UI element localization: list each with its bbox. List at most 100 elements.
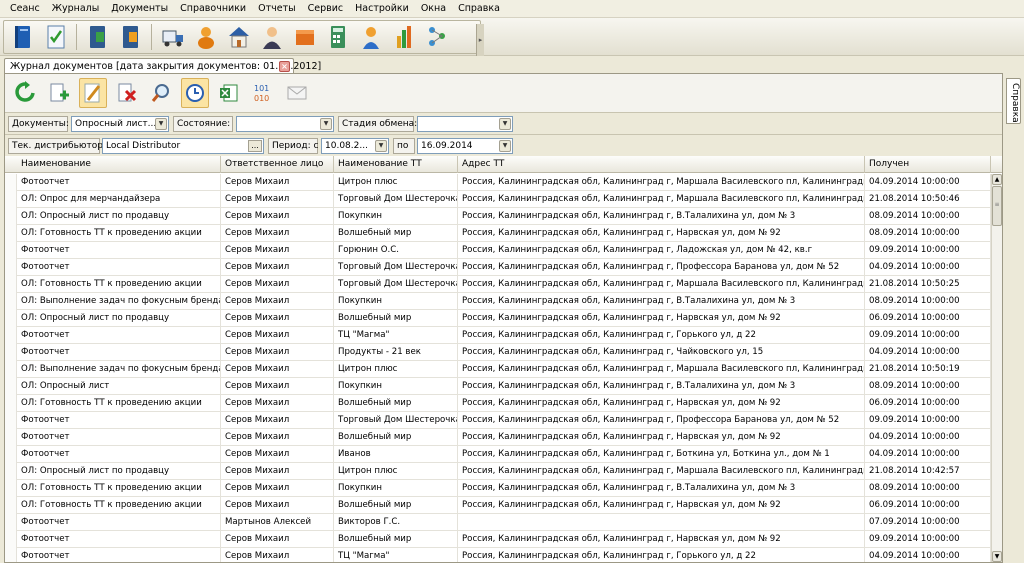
distributor-field[interactable]: Local Distributor ...	[102, 138, 264, 154]
row-indicator[interactable]	[5, 412, 17, 429]
table-row[interactable]: ОЛ: Готовность ТТ к проведению акции Серо…	[5, 276, 991, 293]
menu-documents[interactable]: Документы	[105, 0, 174, 18]
row-indicator[interactable]	[5, 548, 17, 562]
table-row[interactable]: ОЛ: Выполнение задач по фокусным брендам…	[5, 293, 991, 310]
house-button[interactable]	[226, 23, 252, 51]
menu-reports[interactable]: Отчеты	[252, 0, 302, 18]
menu-session[interactable]: Сеанс	[4, 0, 46, 18]
side-tab-help[interactable]: Справка	[1006, 78, 1021, 124]
table-row[interactable]: Фотоотчет Серов Михаил Продукты - 21 век Ро…	[5, 344, 991, 361]
truck-button[interactable]	[160, 23, 186, 51]
column-header-outlet-name[interactable]: Наименование ТТ	[334, 156, 458, 173]
table-row[interactable]: Фотоотчет Серов Михаил Волшебный мир Россия…	[5, 429, 991, 446]
book-blue-button[interactable]	[10, 23, 36, 51]
tab-documents-journal[interactable]: Журнал документов [дата закрытия докумен…	[4, 58, 321, 74]
menu-journals[interactable]: Журналы	[46, 0, 106, 18]
column-header-outlet-address[interactable]: Адрес ТТ	[458, 156, 865, 173]
chevron-down-icon[interactable]: ▼	[320, 118, 332, 130]
row-indicator[interactable]	[5, 276, 17, 293]
row-indicator[interactable]	[5, 174, 17, 191]
menu-references[interactable]: Справочники	[174, 0, 252, 18]
row-indicator[interactable]	[5, 242, 17, 259]
table-row[interactable]: ОЛ: Готовность ТТ к проведению акции Серо…	[5, 497, 991, 514]
table-row[interactable]: ОЛ: Готовность ТТ к проведению акции Серо…	[5, 395, 991, 412]
table-row[interactable]: ОЛ: Опросный лист по продавцу Серов Михаи…	[5, 310, 991, 327]
book-green-button[interactable]	[85, 23, 111, 51]
row-indicator[interactable]	[5, 429, 17, 446]
book-orange-button[interactable]	[118, 23, 144, 51]
menu-service[interactable]: Сервис	[302, 0, 350, 18]
vertical-scrollbar[interactable]: ▲ ≡ ▼	[991, 174, 1002, 562]
people-button[interactable]	[193, 23, 219, 51]
person-blue-button[interactable]	[358, 23, 384, 51]
menu-windows[interactable]: Окна	[415, 0, 452, 18]
row-indicator[interactable]	[5, 208, 17, 225]
period-to-field[interactable]: 16.09.2014 ▼	[417, 138, 513, 154]
calculator-button[interactable]	[325, 23, 351, 51]
table-row[interactable]: ОЛ: Выполнение задач по фокусным брендам…	[5, 361, 991, 378]
documents-select[interactable]: Опросный лист... ▼	[71, 116, 169, 132]
state-select[interactable]: ▼	[236, 116, 334, 132]
checklist-button[interactable]	[43, 23, 69, 51]
close-icon[interactable]: ×	[279, 61, 290, 72]
table-row[interactable]: ОЛ: Опросный лист по продавцу Серов Михаи…	[5, 463, 991, 480]
row-indicator[interactable]	[5, 344, 17, 361]
delete-button[interactable]	[113, 78, 141, 108]
table-row[interactable]: Фотоотчет Серов Михаил Цитрон плюс Россия, …	[5, 174, 991, 191]
send-button[interactable]	[283, 78, 311, 108]
row-indicator[interactable]	[5, 361, 17, 378]
row-indicator[interactable]	[5, 310, 17, 327]
table-row[interactable]: ОЛ: Готовность ТТ к проведению акции Серо…	[5, 480, 991, 497]
browse-button[interactable]: ...	[248, 140, 262, 152]
history-button[interactable]	[181, 78, 209, 108]
refresh-button[interactable]	[11, 78, 39, 108]
excel-export-button[interactable]	[215, 78, 243, 108]
chevron-down-icon[interactable]: ▼	[499, 118, 511, 130]
column-header-responsible[interactable]: Ответственное лицо	[221, 156, 334, 173]
table-row[interactable]: Фотоотчет Серов Михаил Торговый Дом Шестер…	[5, 412, 991, 429]
scroll-up-icon[interactable]: ▲	[992, 174, 1002, 185]
row-indicator[interactable]	[5, 497, 17, 514]
chevron-down-icon[interactable]: ▼	[375, 140, 387, 152]
row-indicator[interactable]	[5, 463, 17, 480]
row-indicator[interactable]	[5, 327, 17, 344]
row-indicator[interactable]	[5, 191, 17, 208]
table-row[interactable]: ОЛ: Опросный лист Серов Михаил Покупкин Рос…	[5, 378, 991, 395]
menu-help[interactable]: Справка	[452, 0, 506, 18]
row-indicator[interactable]	[5, 446, 17, 463]
row-indicator[interactable]	[5, 514, 17, 531]
column-header-name[interactable]: Наименование	[17, 156, 221, 173]
toolbar-overflow-icon[interactable]: ▸	[476, 24, 484, 56]
period-from-field[interactable]: 10.08.2... ▼	[321, 138, 389, 154]
chevron-down-icon[interactable]: ▼	[499, 140, 511, 152]
table-row[interactable]: Фотоотчет Серов Михаил Горюнин О.С. Россия,…	[5, 242, 991, 259]
row-indicator[interactable]	[5, 395, 17, 412]
exchange-stage-select[interactable]: ▼	[417, 116, 513, 132]
person-button[interactable]	[259, 23, 285, 51]
table-row[interactable]: Фотоотчет Серов Михаил Иванов Россия, Калин…	[5, 446, 991, 463]
table-row[interactable]: Фотоотчет Серов Михаил ТЦ "Магма" Россия, К…	[5, 548, 991, 562]
row-indicator[interactable]	[5, 378, 17, 395]
numbers-button[interactable]: 101 010	[249, 78, 277, 108]
box-button[interactable]	[292, 23, 318, 51]
table-row[interactable]: ОЛ: Готовность ТТ к проведению акции Серо…	[5, 225, 991, 242]
menu-settings[interactable]: Настройки	[349, 0, 415, 18]
row-indicator[interactable]	[5, 225, 17, 242]
find-button[interactable]	[147, 78, 175, 108]
table-row[interactable]: Фотоотчет Мартынов Алексей Викторов Г.С. 07…	[5, 514, 991, 531]
chart-bars-button[interactable]	[391, 23, 417, 51]
scroll-down-icon[interactable]: ▼	[992, 551, 1002, 562]
chevron-down-icon[interactable]: ▼	[155, 118, 167, 130]
table-row[interactable]: Фотоотчет Серов Михаил Волшебный мир Россия…	[5, 531, 991, 548]
table-row[interactable]: ОЛ: Опрос для мерчандайзера Серов Михаил Т…	[5, 191, 991, 208]
add-document-button[interactable]	[45, 78, 73, 108]
column-header-received[interactable]: Получен	[865, 156, 991, 173]
table-row[interactable]: Фотоотчет Серов Михаил ТЦ "Магма" Россия, К…	[5, 327, 991, 344]
row-indicator[interactable]	[5, 259, 17, 276]
scroll-thumb[interactable]: ≡	[992, 186, 1002, 226]
row-indicator[interactable]	[5, 531, 17, 548]
row-indicator[interactable]	[5, 293, 17, 310]
row-indicator[interactable]	[5, 480, 17, 497]
edit-button[interactable]	[79, 78, 107, 108]
table-row[interactable]: Фотоотчет Серов Михаил Торговый Дом Шестер…	[5, 259, 991, 276]
